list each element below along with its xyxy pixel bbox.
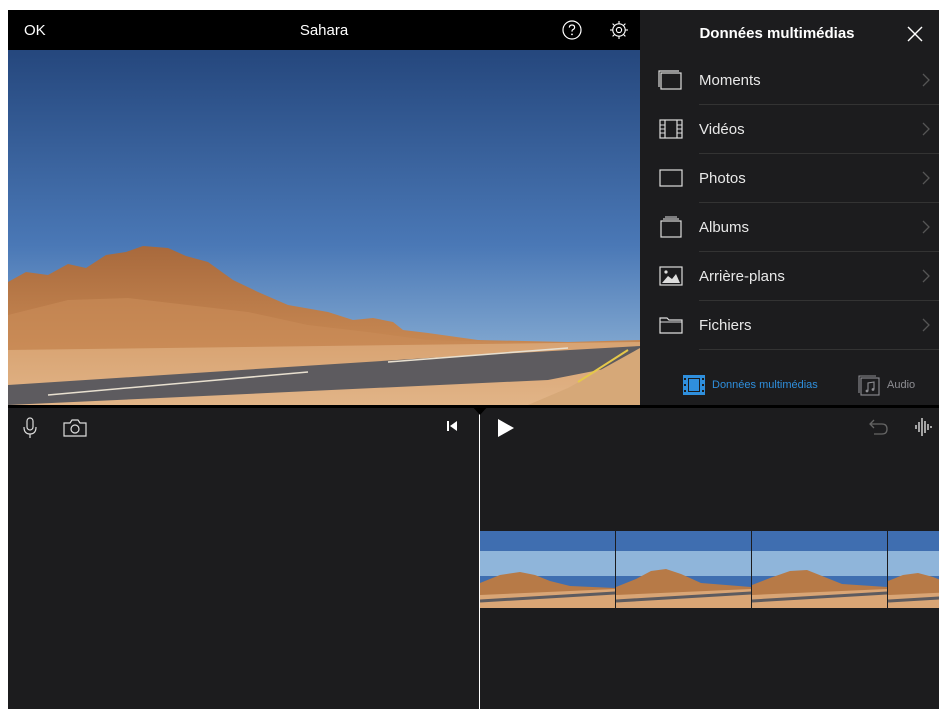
media-item-moments[interactable]: Moments xyxy=(642,56,939,105)
photo-frame-icon xyxy=(659,169,683,187)
settings-gear-icon[interactable] xyxy=(609,20,629,40)
media-tab-icon xyxy=(683,375,705,395)
skip-to-start-icon[interactable] xyxy=(446,420,458,432)
folder-icon xyxy=(659,317,683,334)
media-item-backgrounds[interactable]: Arrière-plans xyxy=(642,252,939,301)
video-preview[interactable] xyxy=(8,50,640,405)
viewer-toolbar: OK Sahara xyxy=(8,10,640,50)
clip-thumbnail[interactable] xyxy=(752,531,887,608)
media-item-label: Photos xyxy=(699,170,746,187)
media-item-files[interactable]: Fichiers xyxy=(642,301,939,350)
playhead[interactable] xyxy=(479,408,480,709)
help-icon[interactable] xyxy=(562,20,582,40)
media-tab-bar: Données multimédias Audio xyxy=(642,370,939,400)
chevron-right-icon xyxy=(922,318,930,332)
media-item-videos[interactable]: Vidéos xyxy=(642,105,939,154)
clip-thumbnail[interactable] xyxy=(616,531,751,608)
video-clip-track[interactable] xyxy=(480,531,939,608)
microphone-icon[interactable] xyxy=(23,417,37,439)
moments-icon xyxy=(658,70,682,90)
undo-icon[interactable] xyxy=(868,418,888,436)
timeline[interactable] xyxy=(8,405,939,709)
close-icon[interactable] xyxy=(906,25,924,43)
audio-waveform-icon[interactable] xyxy=(914,416,934,438)
playhead-marker xyxy=(471,405,489,415)
camera-icon[interactable] xyxy=(63,418,87,437)
tab-label: Audio xyxy=(887,379,916,391)
chevron-right-icon xyxy=(922,73,930,87)
chevron-right-icon xyxy=(922,122,930,136)
film-icon xyxy=(659,119,683,139)
tab-media[interactable]: Données multimédias xyxy=(682,374,832,396)
panel-title: Données multimédias xyxy=(699,25,855,42)
clip-thumbnail[interactable] xyxy=(888,531,939,608)
tab-label: Données multimédias xyxy=(712,379,818,391)
media-item-label: Moments xyxy=(699,72,761,89)
media-item-albums[interactable]: Albums xyxy=(642,203,939,252)
albums-icon xyxy=(660,216,682,238)
clip-thumbnail[interactable] xyxy=(480,531,615,608)
media-item-label: Fichiers xyxy=(699,317,752,334)
project-title: Sahara xyxy=(299,22,349,39)
tab-audio[interactable]: Audio xyxy=(857,374,937,396)
chevron-right-icon xyxy=(922,220,930,234)
media-item-label: Arrière-plans xyxy=(699,268,785,285)
media-panel: Données multimédias Moments Vidéos Photo… xyxy=(642,10,939,405)
audio-tab-icon xyxy=(858,375,880,396)
backgrounds-icon xyxy=(659,266,683,286)
media-item-photos[interactable]: Photos xyxy=(642,154,939,203)
media-item-label: Albums xyxy=(699,219,750,236)
imovie-app: OK Sahara Données multimédias Moments Vi… xyxy=(8,10,939,709)
chevron-right-icon xyxy=(922,171,930,185)
chevron-right-icon xyxy=(922,269,930,283)
play-icon[interactable] xyxy=(497,418,515,438)
media-item-label: Vidéos xyxy=(699,121,745,138)
